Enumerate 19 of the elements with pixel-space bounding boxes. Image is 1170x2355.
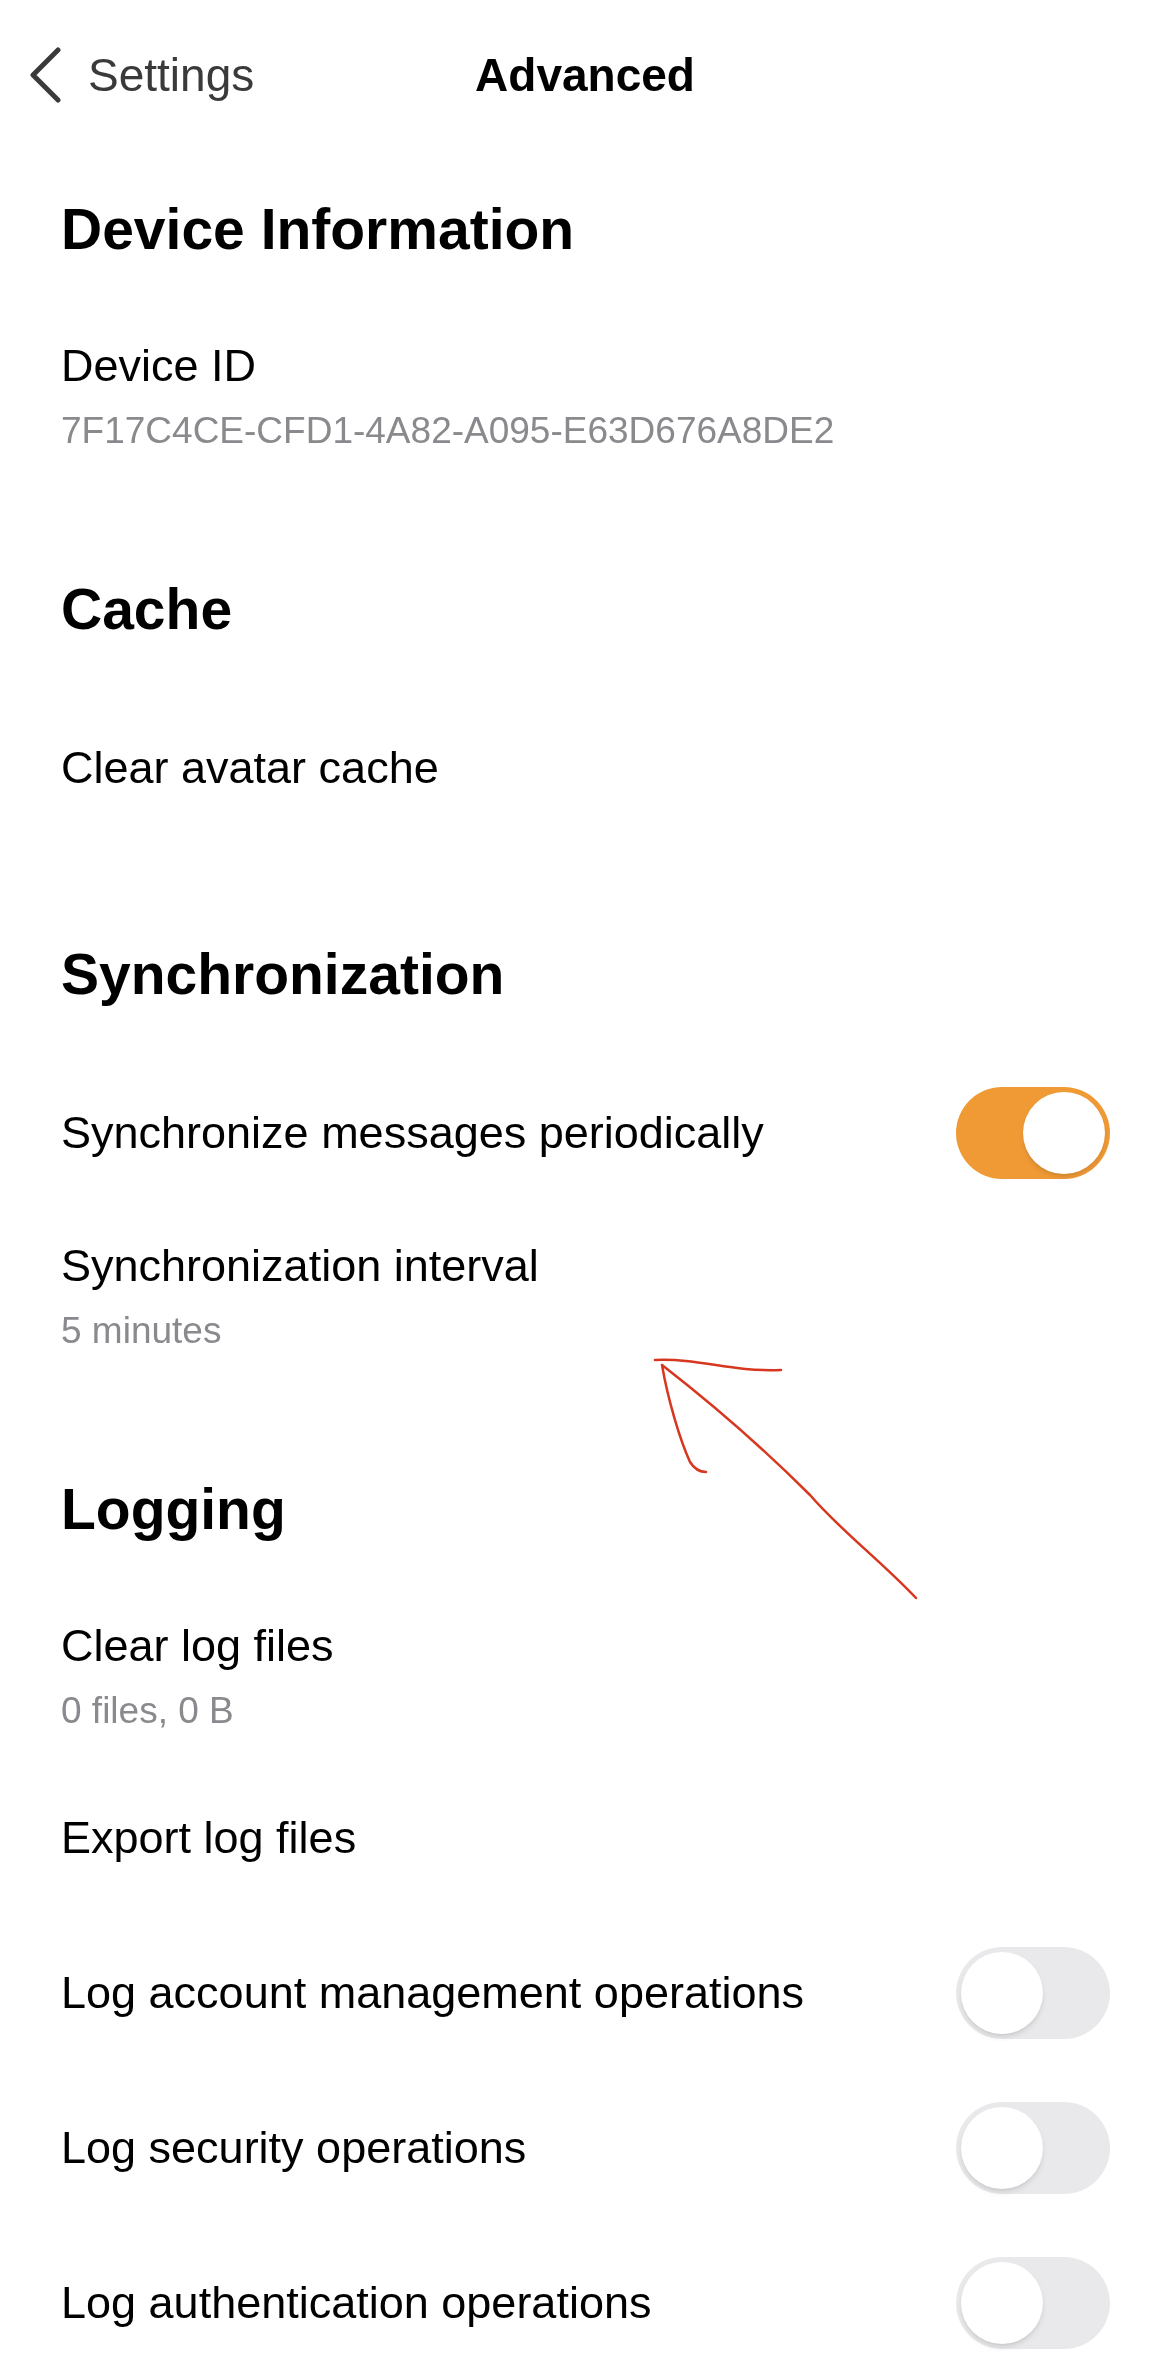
setting-value: 5 minutes [61, 1309, 223, 1353]
setting-action[interactable]: Clear avatar cache [61, 733, 439, 802]
setting-label[interactable]: Synchronization interval [61, 1231, 1170, 1299]
screen-title: Advanced [475, 47, 695, 103]
setting-label: Log authentication operations [61, 2275, 652, 2330]
setting-label: Log account management operations [61, 1965, 804, 2020]
setting-action[interactable]: Export log files [61, 1803, 357, 1872]
section-heading: Cache [61, 576, 233, 644]
setting-label: Synchronize messages periodically [61, 1105, 764, 1160]
setting-value: 7F17C4CE-CFD1-4A82-A095-E63D676A8DE2 [61, 409, 836, 453]
section-heading: Device Information [61, 196, 575, 264]
section-heading: Synchronization [61, 941, 505, 1009]
chevron-left-icon [28, 47, 62, 103]
setting-value: 0 files, 0 B [61, 1689, 235, 1733]
setting-label[interactable]: Device ID [61, 331, 1170, 399]
section-heading: Logging [61, 1476, 286, 1544]
setting-label[interactable]: Clear log files [61, 1611, 1170, 1679]
setting-label: Log security operations [61, 2120, 527, 2175]
back-button[interactable]: Settings [0, 40, 255, 110]
